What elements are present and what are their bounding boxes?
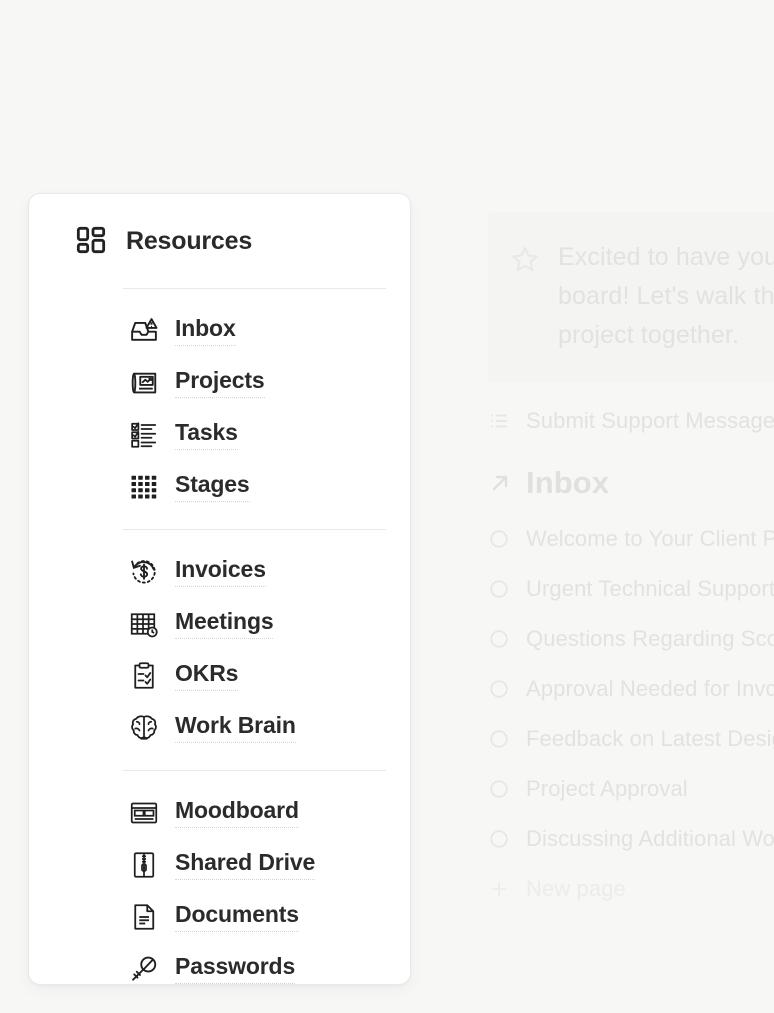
- menu-group-3: Moodboard Shared Drive Documents Passwor…: [53, 771, 386, 984]
- clipboard-check-icon: [129, 661, 159, 691]
- welcome-callout-text: Excited to have you on board! Let's walk…: [558, 243, 774, 349]
- dot-grid-icon: [129, 472, 159, 502]
- menu-group-2: Invoices Meetings OKRs Work Brain: [53, 530, 386, 770]
- new-page-label: New page: [526, 876, 626, 902]
- inbox-section-header[interactable]: Inbox: [488, 452, 774, 514]
- support-message-row[interactable]: Submit Support Message: [488, 396, 774, 446]
- panel-header: Resources: [53, 194, 386, 288]
- sidebar-item-label: Projects: [175, 368, 265, 398]
- list-item-label: Discussing Additional Work: [526, 826, 774, 852]
- background-page: Excited to have you on board! Let's walk…: [488, 150, 774, 914]
- circle-icon: [488, 728, 510, 750]
- list-item[interactable]: Feedback on Latest Designs: [488, 714, 774, 764]
- sidebar-item-label: Passwords: [175, 954, 295, 984]
- sidebar-item-okrs[interactable]: OKRs: [53, 650, 386, 702]
- brain-icon: [129, 713, 159, 743]
- calendar-table-clock-icon: [129, 609, 159, 639]
- menu-group-1: Inbox Projects Tasks Stages: [53, 289, 386, 529]
- page-title: Resources: [126, 226, 253, 255]
- list-item-label: Welcome to Your Client Portal: [526, 526, 774, 552]
- sidebar-item-label: Work Brain: [175, 713, 296, 743]
- dollar-refresh-icon: [129, 557, 159, 587]
- list-item-label: Feedback on Latest Designs: [526, 726, 774, 752]
- document-icon: [129, 902, 159, 932]
- sidebar-item-label: OKRs: [175, 661, 238, 691]
- support-message-label: Submit Support Message: [526, 408, 774, 434]
- sidebar-item-label: Tasks: [175, 420, 238, 450]
- sidebar-item-moodboard[interactable]: Moodboard: [53, 787, 386, 839]
- sidebar-item-work-brain[interactable]: Work Brain: [53, 702, 386, 754]
- key-icon: [129, 954, 159, 984]
- list-item-label: Urgent Technical Support Request: [526, 576, 774, 602]
- sidebar-item-label: Invoices: [175, 557, 266, 587]
- circle-icon: [488, 678, 510, 700]
- sidebar-item-label: Stages: [175, 472, 250, 502]
- sidebar-item-label: Shared Drive: [175, 850, 315, 880]
- sidebar-item-projects[interactable]: Projects: [53, 357, 386, 409]
- circle-icon: [488, 528, 510, 550]
- dashboard-grid-icon: [75, 225, 107, 257]
- new-page-button[interactable]: New page: [488, 864, 774, 914]
- list-item[interactable]: Project Approval: [488, 764, 774, 814]
- sidebar-item-label: Moodboard: [175, 798, 299, 828]
- circle-icon: [488, 828, 510, 850]
- list-item[interactable]: Welcome to Your Client Portal: [488, 514, 774, 564]
- blueprint-chart-icon: [129, 368, 159, 398]
- sidebar-item-tasks[interactable]: Tasks: [53, 409, 386, 461]
- inbox-tray-icon: [129, 316, 159, 346]
- inbox-section-title: Inbox: [526, 465, 610, 501]
- circle-icon: [488, 578, 510, 600]
- sidebar-item-stages[interactable]: Stages: [53, 461, 386, 513]
- resources-menu-panel: Resources Inbox Projects Tasks Stages In…: [28, 193, 411, 985]
- list-item-label: Questions Regarding Scope: [526, 626, 774, 652]
- star-icon: [510, 244, 540, 274]
- plus-icon: [488, 878, 510, 900]
- zip-drive-icon: [129, 850, 159, 880]
- sidebar-item-invoices[interactable]: Invoices: [53, 546, 386, 598]
- welcome-callout: Excited to have you on board! Let's walk…: [488, 212, 774, 383]
- sidebar-item-passwords[interactable]: Passwords: [53, 943, 386, 984]
- list-item-label: Project Approval: [526, 776, 688, 802]
- circle-icon: [488, 628, 510, 650]
- sidebar-item-meetings[interactable]: Meetings: [53, 598, 386, 650]
- list-item-label: Approval Needed for Invoice: [526, 676, 774, 702]
- sidebar-item-shared-drive[interactable]: Shared Drive: [53, 839, 386, 891]
- list-item[interactable]: Questions Regarding Scope: [488, 614, 774, 664]
- layout-cards-icon: [129, 798, 159, 828]
- sidebar-item-inbox[interactable]: Inbox: [53, 305, 386, 357]
- list-item[interactable]: Discussing Additional Work: [488, 814, 774, 864]
- circle-icon: [488, 778, 510, 800]
- sidebar-item-label: Documents: [175, 902, 299, 932]
- sidebar-item-label: Meetings: [175, 609, 274, 639]
- list-item[interactable]: Approval Needed for Invoice: [488, 664, 774, 714]
- sidebar-item-label: Inbox: [175, 316, 236, 346]
- checklist-icon: [129, 420, 159, 450]
- list-item[interactable]: Urgent Technical Support Request: [488, 564, 774, 614]
- arrow-up-right-icon: [488, 471, 512, 495]
- list-icon: [488, 410, 510, 432]
- sidebar-item-documents[interactable]: Documents: [53, 891, 386, 943]
